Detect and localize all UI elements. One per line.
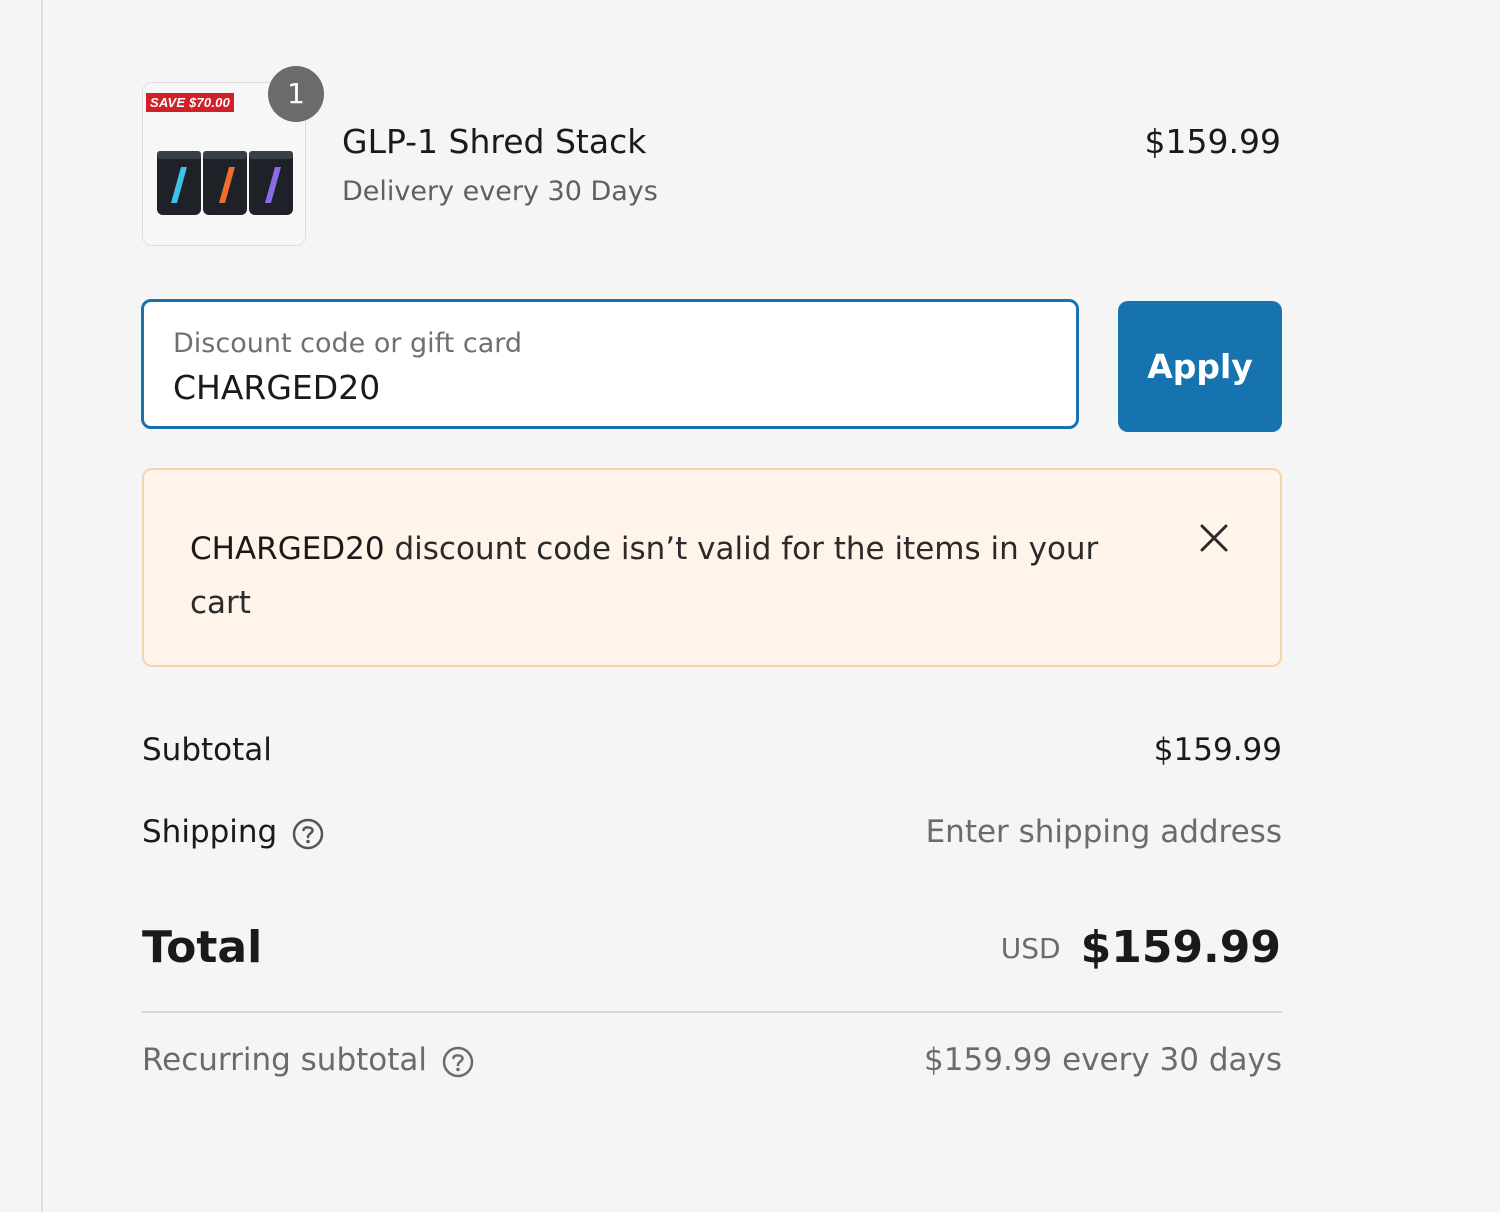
product-price: $159.99 [1144,122,1281,161]
close-icon[interactable] [1198,522,1230,554]
summary-separator [142,1011,1282,1013]
discount-code-field[interactable]: Discount code or gift card CHARGED20 [141,299,1079,429]
quantity-badge: 1 [268,66,324,122]
save-tag: SAVE $70.00 [146,93,235,112]
error-code: CHARGED20 [190,531,385,567]
product-name: GLP-1 Shred Stack [342,122,647,161]
product-image [157,151,293,215]
discount-input[interactable]: CHARGED20 [173,368,380,407]
error-message: CHARGED20 discount code isn’t valid for … [190,522,1130,630]
shipping-label: Shipping [142,814,278,850]
discount-field-label: Discount code or gift card [173,328,523,359]
recurring-subtotal-value: $159.99 every 30 days [924,1042,1282,1078]
apply-button[interactable]: Apply [1118,301,1282,432]
total-label: Total [142,922,263,973]
recurring-subtotal-label: Recurring subtotal [142,1042,428,1078]
subtotal-value: $159.99 [1153,732,1282,768]
delivery-frequency: Delivery every 30 Days [342,176,658,207]
currency-code: USD [1000,932,1061,965]
total-value: USD $159.99 [1001,922,1281,973]
panel-divider [41,0,43,1212]
shipping-value: Enter shipping address [925,814,1282,850]
discount-error-banner: CHARGED20 discount code isn’t valid for … [142,468,1282,667]
help-icon[interactable] [441,1045,475,1079]
help-icon[interactable] [291,817,325,851]
recurring-row: Recurring subtotal [142,1042,475,1079]
total-amount: $159.99 [1080,922,1281,973]
shipping-row: Shipping [142,814,325,851]
subtotal-label: Subtotal [142,732,272,768]
